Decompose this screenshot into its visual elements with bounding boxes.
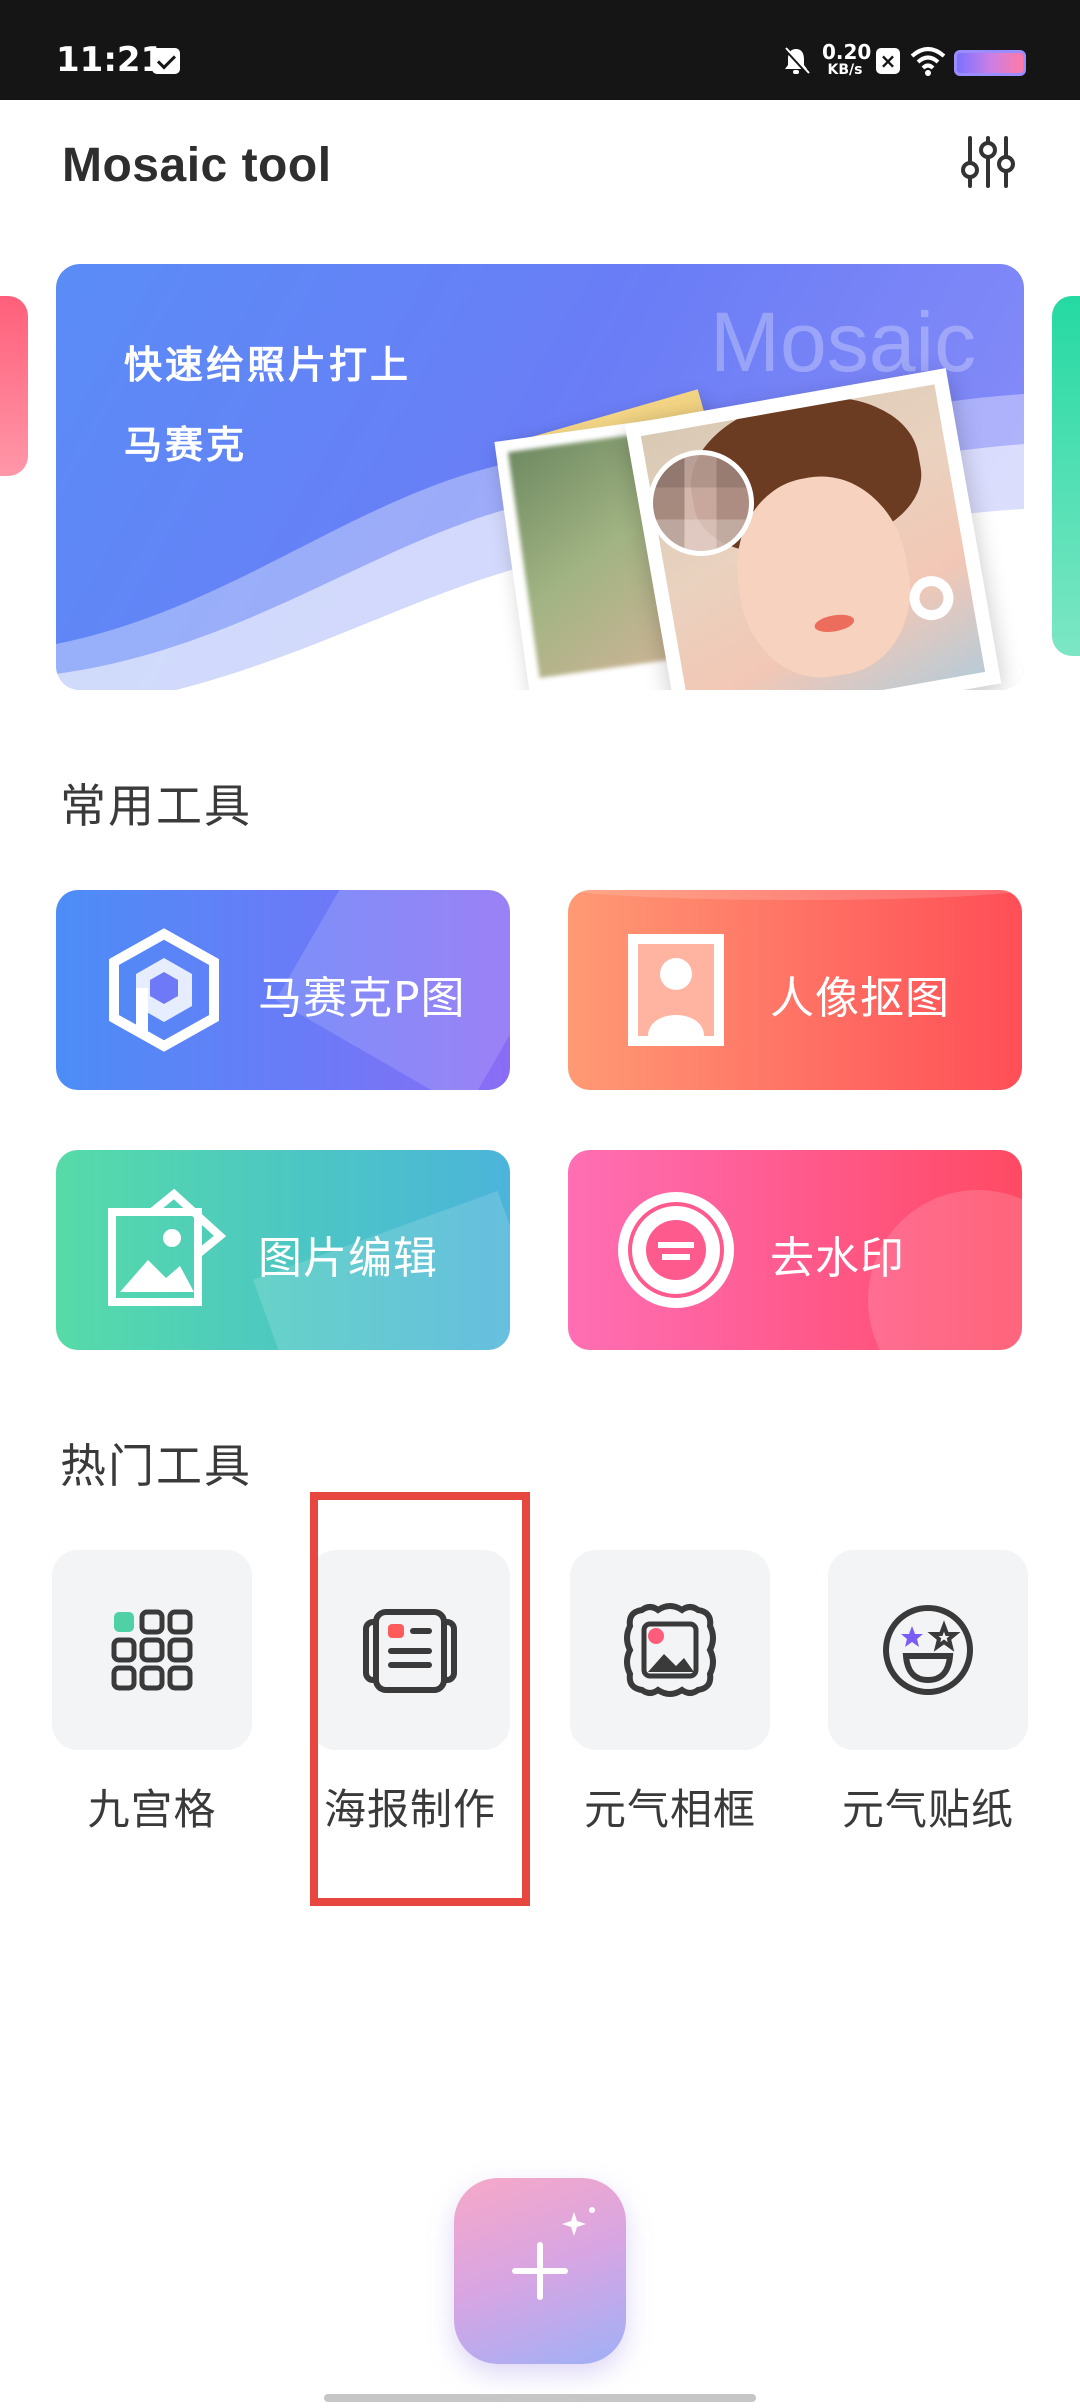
- hot-tool-grid-tile: [52, 1550, 252, 1750]
- hot-tool-sticker-tile: [828, 1550, 1028, 1750]
- network-speed: 0.20 KB/s: [822, 40, 872, 78]
- watermark-seal-icon: [618, 1192, 734, 1308]
- tool-watermark-card[interactable]: 去水印: [568, 1150, 1022, 1350]
- wifi-icon: [910, 47, 946, 76]
- image-edit-icon: [108, 1188, 226, 1306]
- carousel-prev-card[interactable]: [0, 296, 28, 476]
- tool-edit-label: 图片编辑: [258, 1233, 438, 1284]
- muted-bell-icon: [783, 47, 810, 76]
- highlight-annotation: [310, 1492, 530, 1906]
- plus-icon-v: [537, 2242, 543, 2300]
- create-button[interactable]: [454, 2178, 626, 2364]
- app-screen: 11:21 0.20 KB/s × Mosaic tool Mosaic 快速给…: [0, 0, 1080, 2408]
- tool-portrait-label: 人像抠图: [770, 973, 950, 1024]
- tool-portrait-card[interactable]: 人像抠图: [568, 890, 1022, 1090]
- sparkle-icon: [562, 2207, 595, 2236]
- mosaic-lens-icon: [648, 450, 754, 556]
- tool-mosaic-label: 马赛克P图: [258, 973, 466, 1024]
- tool-watermark-label: 去水印: [770, 1233, 905, 1284]
- network-speed-value: 0.20: [822, 40, 872, 64]
- promo-banner[interactable]: Mosaic 快速给照片打上 马赛克: [56, 264, 1024, 690]
- section-common-tools: 常用工具: [60, 779, 252, 833]
- grid-icon: [111, 1609, 193, 1691]
- battery-icon: [954, 50, 1026, 76]
- photo-frame-icon: [624, 1603, 716, 1697]
- message-notification-icon: [152, 48, 180, 74]
- hot-tool-frame-label: 元气相框: [583, 1785, 756, 1834]
- carousel-next-card[interactable]: [1052, 296, 1080, 656]
- sticker-icon: [883, 1605, 973, 1695]
- hot-tool-grid-label: 九宫格: [87, 1785, 217, 1834]
- x-badge-icon: ×: [876, 48, 900, 74]
- status-bar: 11:21 0.20 KB/s ×: [0, 0, 1080, 100]
- tool-mosaic-card[interactable]: 马赛克P图: [56, 890, 510, 1090]
- network-speed-unit: KB/s: [827, 62, 863, 78]
- hot-tool-sticker[interactable]: 元气贴纸: [828, 1550, 1028, 1834]
- hot-tool-grid[interactable]: 九宫格: [52, 1550, 252, 1834]
- home-indicator[interactable]: [324, 2394, 756, 2402]
- banner-headline-2: 马赛克: [124, 423, 248, 467]
- page-title: Mosaic tool: [62, 139, 332, 192]
- hot-tool-frame-tile: [570, 1550, 770, 1750]
- banner-headline-1: 快速给照片打上: [124, 343, 412, 387]
- portrait-stamp-icon: [628, 934, 724, 1046]
- sliders-icon[interactable]: [958, 132, 1018, 192]
- section-hot-tools: 热门工具: [60, 1439, 252, 1493]
- tool-edit-card[interactable]: 图片编辑: [56, 1150, 510, 1350]
- hot-tool-frame[interactable]: 元气相框: [570, 1550, 770, 1834]
- hot-tool-sticker-label: 元气贴纸: [841, 1785, 1014, 1834]
- hexagon-p-icon: [109, 928, 219, 1052]
- status-time: 11:21: [56, 40, 165, 80]
